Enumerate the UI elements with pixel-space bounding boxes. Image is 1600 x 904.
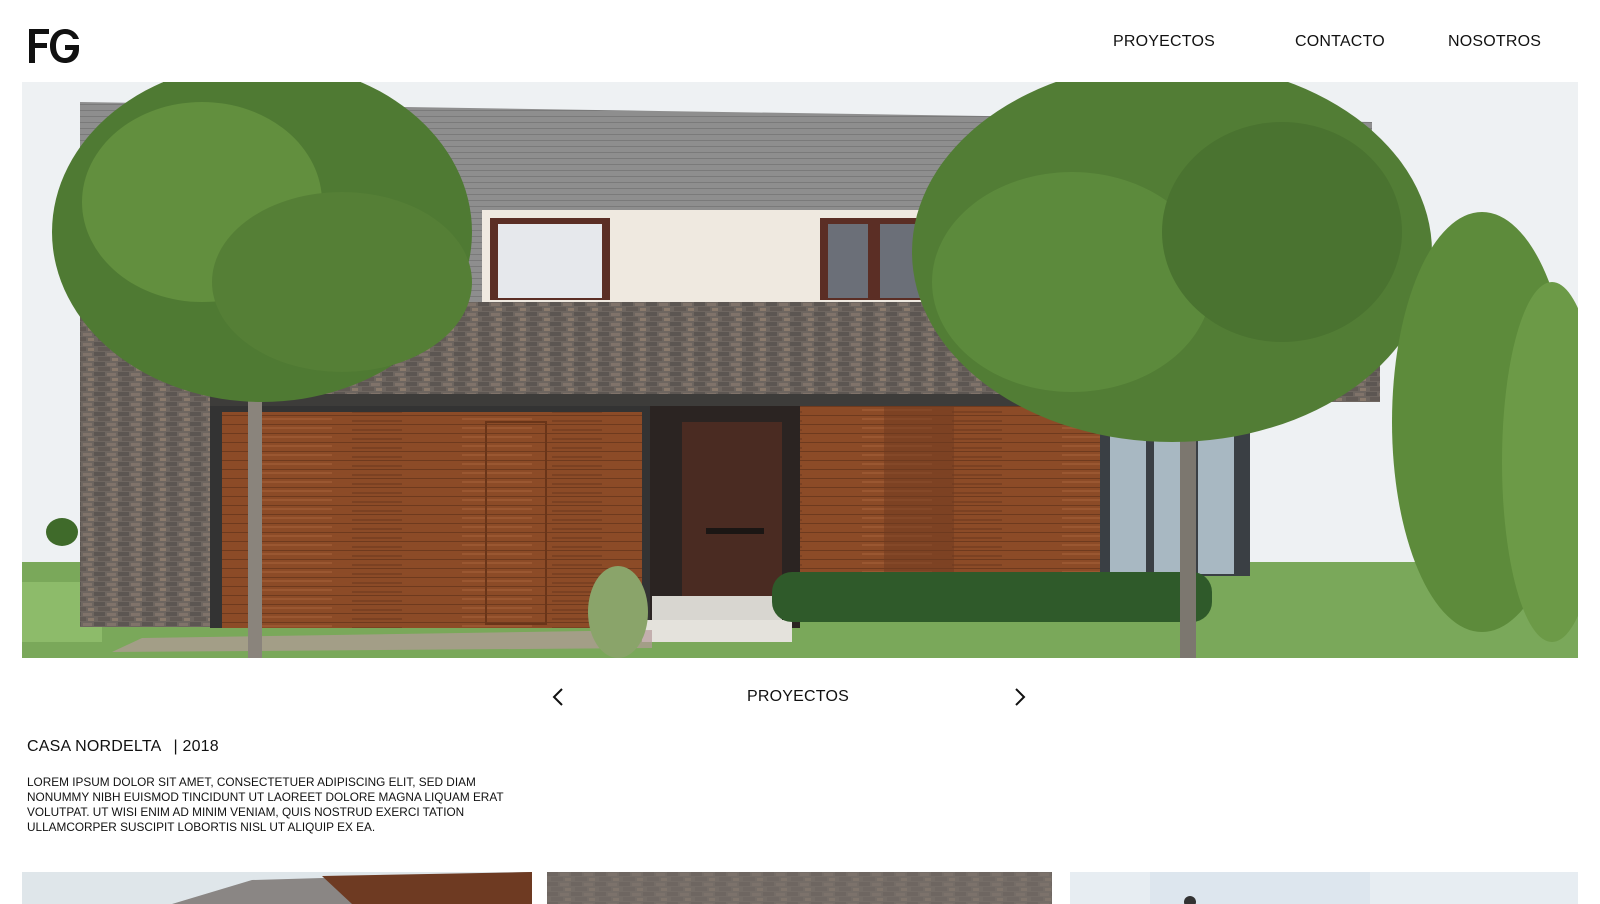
thumbnail-3[interactable] [1070,872,1578,904]
carousel-label[interactable]: PROYECTOS [747,688,849,706]
project-name: CASA NORDELTA [27,738,162,755]
chevron-right-icon[interactable] [1008,686,1030,708]
thumbnail-row [22,872,1578,904]
logo-mark-icon [29,29,79,63]
chevron-left-icon[interactable] [548,686,570,708]
thumbnail-2[interactable] [547,872,1052,904]
nav-proyectos[interactable]: PROYECTOS [1113,33,1215,51]
nav-contacto[interactable]: CONTACTO [1295,33,1385,51]
logo[interactable] [27,27,83,65]
project-description: LOREM IPSUM DOLOR SIT AMET, CONSECTETUER… [27,775,504,834]
carousel-pager: PROYECTOS [0,680,1600,714]
project-title: CASA NORDELTA | 2018 [27,738,219,756]
project-year: | 2018 [173,738,219,755]
thumbnail-1[interactable] [22,872,532,904]
hero-image [22,82,1578,658]
nav-nosotros[interactable]: NOSOTROS [1448,33,1541,51]
